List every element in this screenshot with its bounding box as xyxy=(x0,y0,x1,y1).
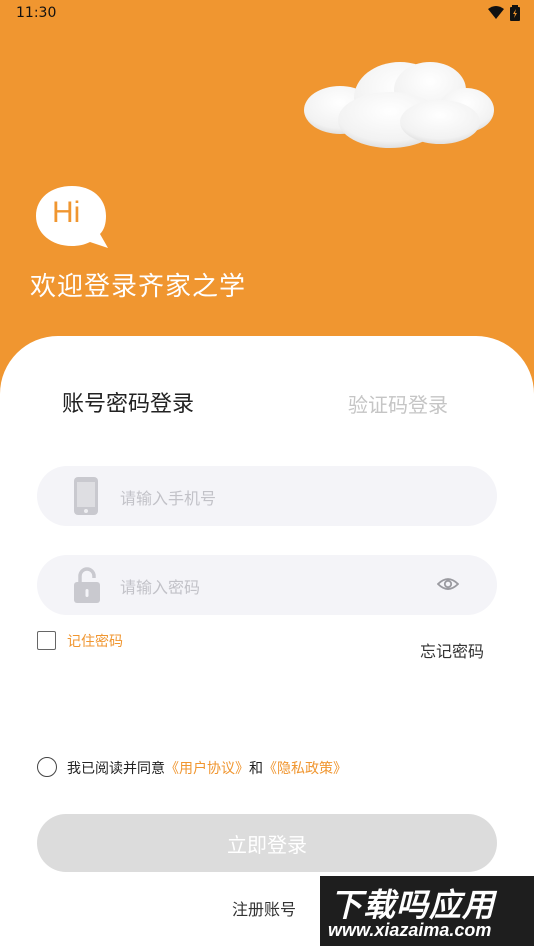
password-placeholder: 请输入密码 xyxy=(120,578,201,597)
cloud-icon xyxy=(304,62,494,148)
eye-icon[interactable] xyxy=(437,573,459,595)
forgot-password-link[interactable]: 忘记密码 xyxy=(420,638,484,662)
agreement-radio[interactable] xyxy=(37,757,57,777)
agreement-and: 和 xyxy=(249,761,263,777)
battery-icon xyxy=(510,5,520,21)
agreement-text: 我已阅读并同意《用户协议》和《隐私政策》 xyxy=(67,758,347,778)
watermark-url: www.xiazaima.com xyxy=(328,920,492,940)
tab-code-login[interactable]: 验证码登录 xyxy=(348,389,448,418)
agreement-prefix: 我已阅读并同意 xyxy=(67,761,165,777)
register-link[interactable]: 注册账号 xyxy=(232,896,296,920)
remember-label[interactable]: 记住密码 xyxy=(67,631,123,651)
lock-icon xyxy=(74,567,100,603)
user-agreement-link[interactable]: 《用户协议》 xyxy=(165,761,249,777)
tab-account-login[interactable]: 账号密码登录 xyxy=(62,386,194,418)
login-button[interactable]: 立即登录 xyxy=(37,814,497,872)
watermark-logo: 下载吗应用 www.xiazaima.com xyxy=(320,876,534,946)
status-icons xyxy=(488,5,520,21)
welcome-title: 欢迎登录齐家之学 xyxy=(30,272,247,302)
wifi-icon xyxy=(488,6,504,19)
phone-icon xyxy=(74,477,98,515)
phone-field[interactable]: 请输入手机号 xyxy=(37,466,497,526)
phone-placeholder: 请输入手机号 xyxy=(120,489,217,508)
password-field[interactable]: 请输入密码 xyxy=(37,555,497,615)
remember-checkbox[interactable] xyxy=(37,631,56,650)
status-time: 11:30 xyxy=(16,5,57,21)
hi-text: Hi xyxy=(52,196,81,229)
privacy-policy-link[interactable]: 《隐私政策》 xyxy=(263,761,347,777)
status-bar: 11:30 xyxy=(0,0,534,28)
